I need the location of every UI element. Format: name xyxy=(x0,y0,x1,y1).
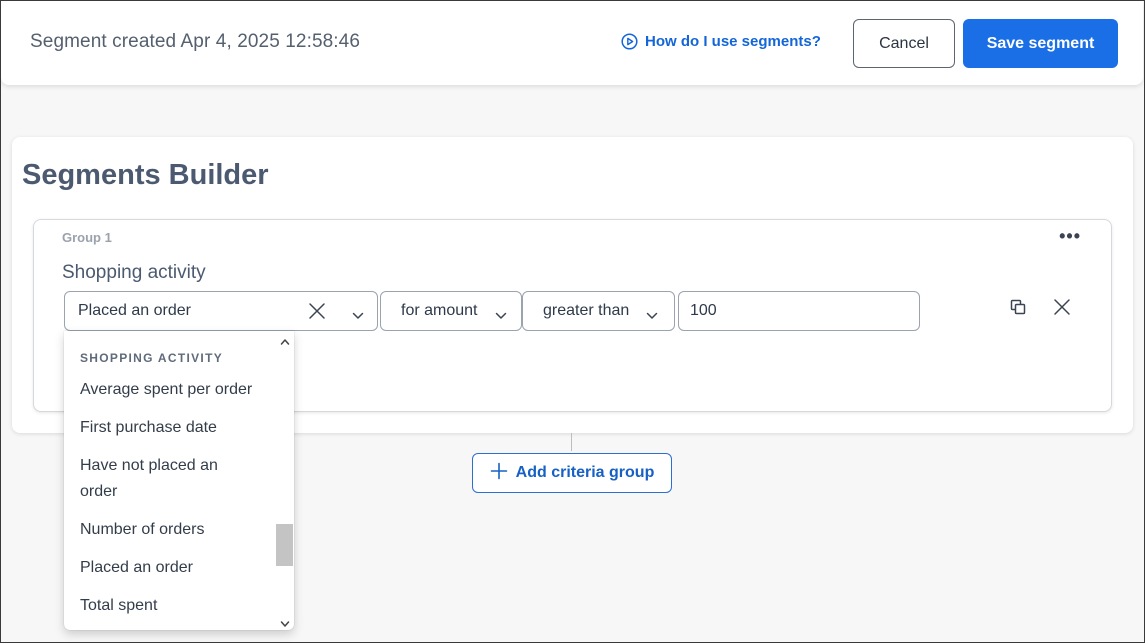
save-segment-button[interactable]: Save segment xyxy=(963,19,1118,68)
page-header: Segment created Apr 4, 2025 12:58:46 How… xyxy=(1,1,1143,85)
group-label: Group 1 xyxy=(62,230,112,245)
plus-icon xyxy=(490,462,508,485)
page-title: Segments Builder xyxy=(22,159,269,191)
dropdown-option[interactable]: Placed an order xyxy=(80,555,270,581)
add-criteria-group-label: Add criteria group xyxy=(515,464,655,481)
amount-value-input[interactable]: 100 xyxy=(678,291,920,331)
segment-created-title: Segment created Apr 4, 2025 12:58:46 xyxy=(30,31,361,52)
comparison-select-value: greater than xyxy=(543,302,630,319)
qualifier-select-value: for amount xyxy=(401,302,478,319)
chevron-down-icon xyxy=(495,307,507,325)
chevron-down-icon[interactable] xyxy=(352,307,364,325)
amount-value-text: 100 xyxy=(690,302,717,319)
cancel-button[interactable]: Cancel xyxy=(853,19,955,68)
dropdown-scrollbar[interactable] xyxy=(276,331,294,630)
group-connector-line xyxy=(571,433,572,451)
activity-select[interactable]: Placed an order xyxy=(64,291,378,331)
help-link-label: How do I use segments? xyxy=(645,33,821,50)
dropdown-option[interactable]: First purchase date xyxy=(80,415,270,441)
comparison-select[interactable]: greater than xyxy=(522,291,675,331)
qualifier-select[interactable]: for amount xyxy=(380,291,522,331)
scroll-down-arrow-icon[interactable] xyxy=(280,615,290,633)
scroll-up-arrow-icon[interactable] xyxy=(280,333,290,351)
add-criteria-group-button[interactable]: Add criteria group xyxy=(472,453,672,493)
dropdown-option[interactable]: Have not placed an order xyxy=(80,453,250,505)
scrollbar-thumb[interactable] xyxy=(276,524,293,566)
activity-select-value: Placed an order xyxy=(78,302,191,319)
dropdown-option[interactable]: Average spent per order xyxy=(80,377,270,403)
remove-criteria-icon[interactable] xyxy=(1053,298,1071,321)
play-circle-icon xyxy=(621,33,638,50)
chevron-down-icon xyxy=(646,307,658,325)
dropdown-option[interactable]: Total spent xyxy=(80,593,270,619)
group-more-options-icon[interactable]: ••• xyxy=(1059,226,1081,247)
duplicate-icon[interactable] xyxy=(1009,298,1027,321)
clear-icon[interactable] xyxy=(308,302,326,325)
help-link[interactable]: How do I use segments? xyxy=(621,33,821,50)
activity-dropdown-list[interactable]: SHOPPING ACTIVITY Average spent per orde… xyxy=(64,331,294,630)
dropdown-category-header: SHOPPING ACTIVITY xyxy=(80,351,224,365)
dropdown-option[interactable]: Number of orders xyxy=(80,517,270,543)
group-heading: Shopping activity xyxy=(62,262,206,283)
